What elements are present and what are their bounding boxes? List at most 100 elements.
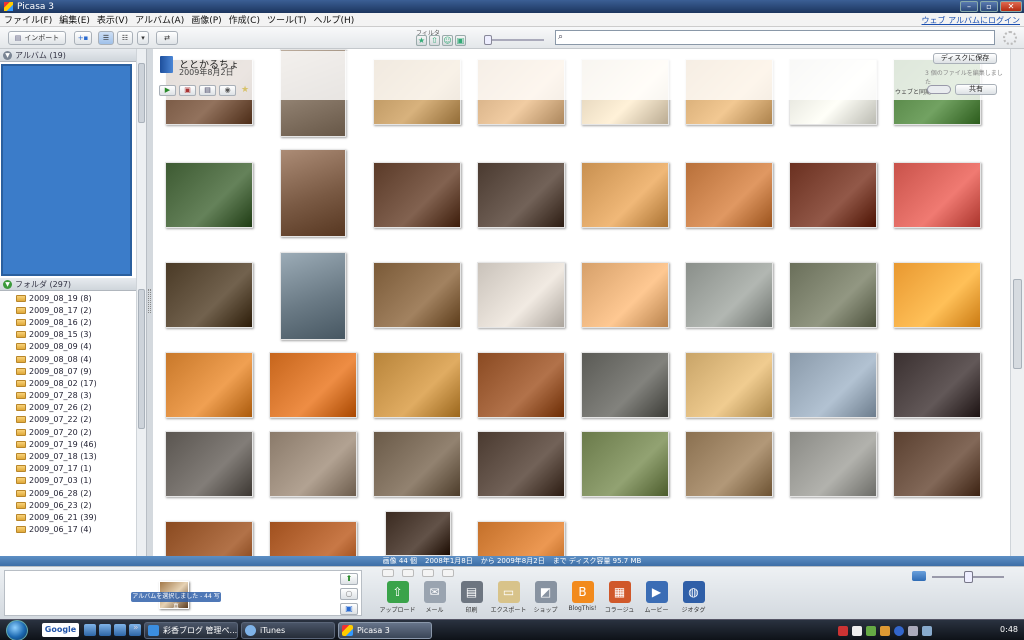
photo-thumbnail[interactable] <box>685 352 773 418</box>
photo-grid-scroll-thumb[interactable] <box>1013 279 1022 369</box>
task-blog[interactable]: 彩香ブログ 管理ペ... <box>144 622 238 639</box>
web-album-login-link[interactable]: ウェブ アルバムにログイン <box>922 15 1020 26</box>
star-filter-icon[interactable]: ★ <box>416 35 427 46</box>
folders-section-header[interactable]: ▼ フォルダ (297) <box>0 278 136 291</box>
folder-item[interactable]: 2009_06_17 (4) <box>0 524 136 536</box>
folder-item[interactable]: 2009_08_19 (8) <box>0 292 136 304</box>
photo-thumbnail[interactable] <box>165 162 253 228</box>
desktop-icon[interactable] <box>84 624 96 636</box>
tray-app-icon[interactable] <box>866 625 876 636</box>
photo-thumbnail[interactable] <box>581 431 669 497</box>
save-to-disk-button[interactable]: ディスクに保存 <box>933 53 997 64</box>
close-button[interactable]: ✕ <box>1000 1 1022 12</box>
photo-thumbnail[interactable] <box>789 162 877 228</box>
help-icon[interactable] <box>894 625 904 636</box>
folder-item[interactable]: 2009_08_08 (4) <box>0 353 136 365</box>
photo-thumbnail[interactable] <box>685 262 773 328</box>
slider-knob[interactable] <box>484 35 492 45</box>
album-list-selection[interactable] <box>1 64 132 276</box>
network-icon[interactable] <box>922 625 932 636</box>
photo-thumbnail[interactable] <box>165 431 253 497</box>
movie-filter-icon[interactable]: ▣ <box>455 35 466 46</box>
people-button[interactable]: ▣ <box>179 85 196 96</box>
photo-thumbnail[interactable] <box>385 511 451 556</box>
photo-thumbnail[interactable] <box>685 162 773 228</box>
photo-thumbnail[interactable] <box>789 431 877 497</box>
action-geotag-button[interactable]: ◍ ジオタグ <box>676 571 711 614</box>
web-sync-toggle[interactable] <box>927 85 951 94</box>
hold-button[interactable]: ⬆ <box>340 573 358 585</box>
photo-thumbnail[interactable] <box>477 162 565 228</box>
folder-item[interactable]: 2009_08_16 (2) <box>0 316 136 328</box>
photo-thumbnail[interactable] <box>789 352 877 418</box>
photo-thumbnail[interactable] <box>280 252 346 340</box>
task-itunes[interactable]: iTunes <box>241 622 335 639</box>
menu-create[interactable]: 作成(C) <box>229 13 260 26</box>
folder-item[interactable]: 2009_07_22 (2) <box>0 414 136 426</box>
photo-thumbnail[interactable] <box>581 162 669 228</box>
action-mail-button[interactable]: ✉ メール <box>417 571 452 614</box>
add-to-button[interactable]: ▣ <box>340 603 358 615</box>
photo-thumbnail[interactable] <box>789 262 877 328</box>
photo-thumbnail[interactable] <box>893 162 981 228</box>
search-box[interactable]: ⌕ <box>555 30 995 45</box>
photo-grid-scrollbar[interactable] <box>1010 49 1024 556</box>
folder-item[interactable]: 2009_08_15 (3) <box>0 329 136 341</box>
selection-tray[interactable]: アルバムを選択しました - 44 写真 <box>4 570 362 616</box>
folder-scroll-thumb[interactable] <box>138 289 145 429</box>
start-button[interactable] <box>6 620 28 640</box>
action-shop-button[interactable]: ◩ ショップ <box>528 571 563 614</box>
task-picasa[interactable]: Picasa 3 <box>338 622 432 639</box>
folder-item[interactable]: 2009_06_23 (2) <box>0 499 136 511</box>
movie-button[interactable]: ▤ <box>199 85 216 96</box>
photo-thumbnail[interactable] <box>165 521 253 556</box>
tree-view-button[interactable]: ☷ <box>117 31 133 45</box>
explorer-icon[interactable] <box>99 624 111 636</box>
folder-item[interactable]: 2009_08_02 (17) <box>0 377 136 389</box>
face-filter-icon[interactable]: ☺ <box>442 35 453 46</box>
folder-item[interactable]: 2009_07_20 (2) <box>0 426 136 438</box>
folder-item[interactable]: 2009_08_17 (2) <box>0 304 136 316</box>
list-view-button[interactable]: ☰ <box>98 31 114 45</box>
photo-thumbnail[interactable] <box>477 521 565 556</box>
folder-item[interactable]: 2009_07_28 (3) <box>0 390 136 402</box>
action-upload-button[interactable]: ⇧ アップロード <box>380 571 416 614</box>
photo-thumbnail[interactable] <box>581 352 669 418</box>
photo-thumbnail[interactable] <box>165 352 253 418</box>
ime-icon[interactable] <box>852 625 862 636</box>
albums-section-header[interactable]: ▼ アルバム (19) <box>0 49 136 62</box>
menu-help[interactable]: ヘルプ(H) <box>314 13 355 26</box>
folder-item[interactable]: 2009_08_07 (9) <box>0 365 136 377</box>
menu-edit[interactable]: 編集(E) <box>59 13 90 26</box>
photo-thumbnail[interactable] <box>685 431 773 497</box>
folder-item[interactable]: 2009_08_09 (4) <box>0 341 136 353</box>
import-button[interactable]: ▤ インポート <box>8 31 66 45</box>
menu-tools[interactable]: ツール(T) <box>267 13 307 26</box>
photo-thumbnail[interactable] <box>893 431 981 497</box>
clear-button[interactable]: ○ <box>340 588 358 600</box>
action-export-folder-button[interactable]: ▭ エクスポート <box>491 571 526 614</box>
photo-thumbnail[interactable] <box>269 352 357 418</box>
folder-item[interactable]: 2009_07_18 (13) <box>0 450 136 462</box>
web-sync-button[interactable]: ◉ <box>219 85 236 96</box>
menu-album[interactable]: アルバム(A) <box>135 13 184 26</box>
folder-item[interactable]: 2009_07_19 (46) <box>0 438 136 450</box>
quick-launch-more-icon[interactable]: » <box>133 623 139 633</box>
view-dropdown-button[interactable]: ▾ <box>137 31 149 45</box>
slideshow-button[interactable]: ▶ <box>159 85 176 96</box>
share-button[interactable]: 共有 <box>955 84 997 95</box>
photo-thumbnail[interactable] <box>280 149 346 237</box>
star-icon[interactable]: ★ <box>241 85 249 96</box>
folder-item[interactable]: 2009_07_03 (1) <box>0 475 136 487</box>
tray-app-icon[interactable] <box>880 625 890 636</box>
security-icon[interactable] <box>838 625 848 636</box>
date-filter-slider[interactable] <box>484 35 544 45</box>
photo-thumbnail[interactable] <box>581 262 669 328</box>
action-blogger-button[interactable]: B BlogThis! <box>565 571 600 614</box>
photo-thumbnail[interactable] <box>477 352 565 418</box>
search-input[interactable] <box>570 32 990 43</box>
photo-thumbnail[interactable] <box>477 431 565 497</box>
folder-item[interactable]: 2009_06_21 (39) <box>0 511 136 523</box>
splitter-grip[interactable] <box>148 289 151 313</box>
google-search-box[interactable]: Google <box>42 623 79 637</box>
